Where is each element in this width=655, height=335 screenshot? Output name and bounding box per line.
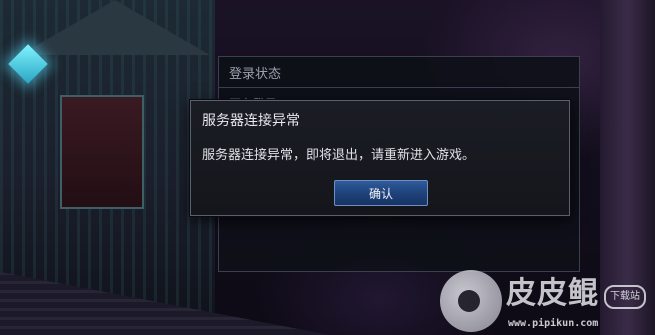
login-panel-divider [219, 87, 579, 88]
dialog-title: 服务器连接异常 [202, 113, 300, 129]
dialog-message: 服务器连接异常，即将退出，请重新进入游戏。 [202, 148, 476, 163]
gate-roof [20, 0, 210, 55]
watermark-logo-icon [440, 270, 502, 332]
watermark-brand: 皮皮鲲 [506, 276, 599, 311]
gate-door [60, 95, 144, 209]
login-status-title: 登录状态 [229, 67, 282, 82]
watermark-url: www.pipikun.com [508, 318, 599, 329]
watermark-badge: 下载站 [604, 285, 646, 309]
confirm-button[interactable]: 确认 [334, 180, 428, 206]
server-error-dialog: 服务器连接异常 服务器连接异常，即将退出，请重新进入游戏。 确认 [190, 100, 570, 216]
